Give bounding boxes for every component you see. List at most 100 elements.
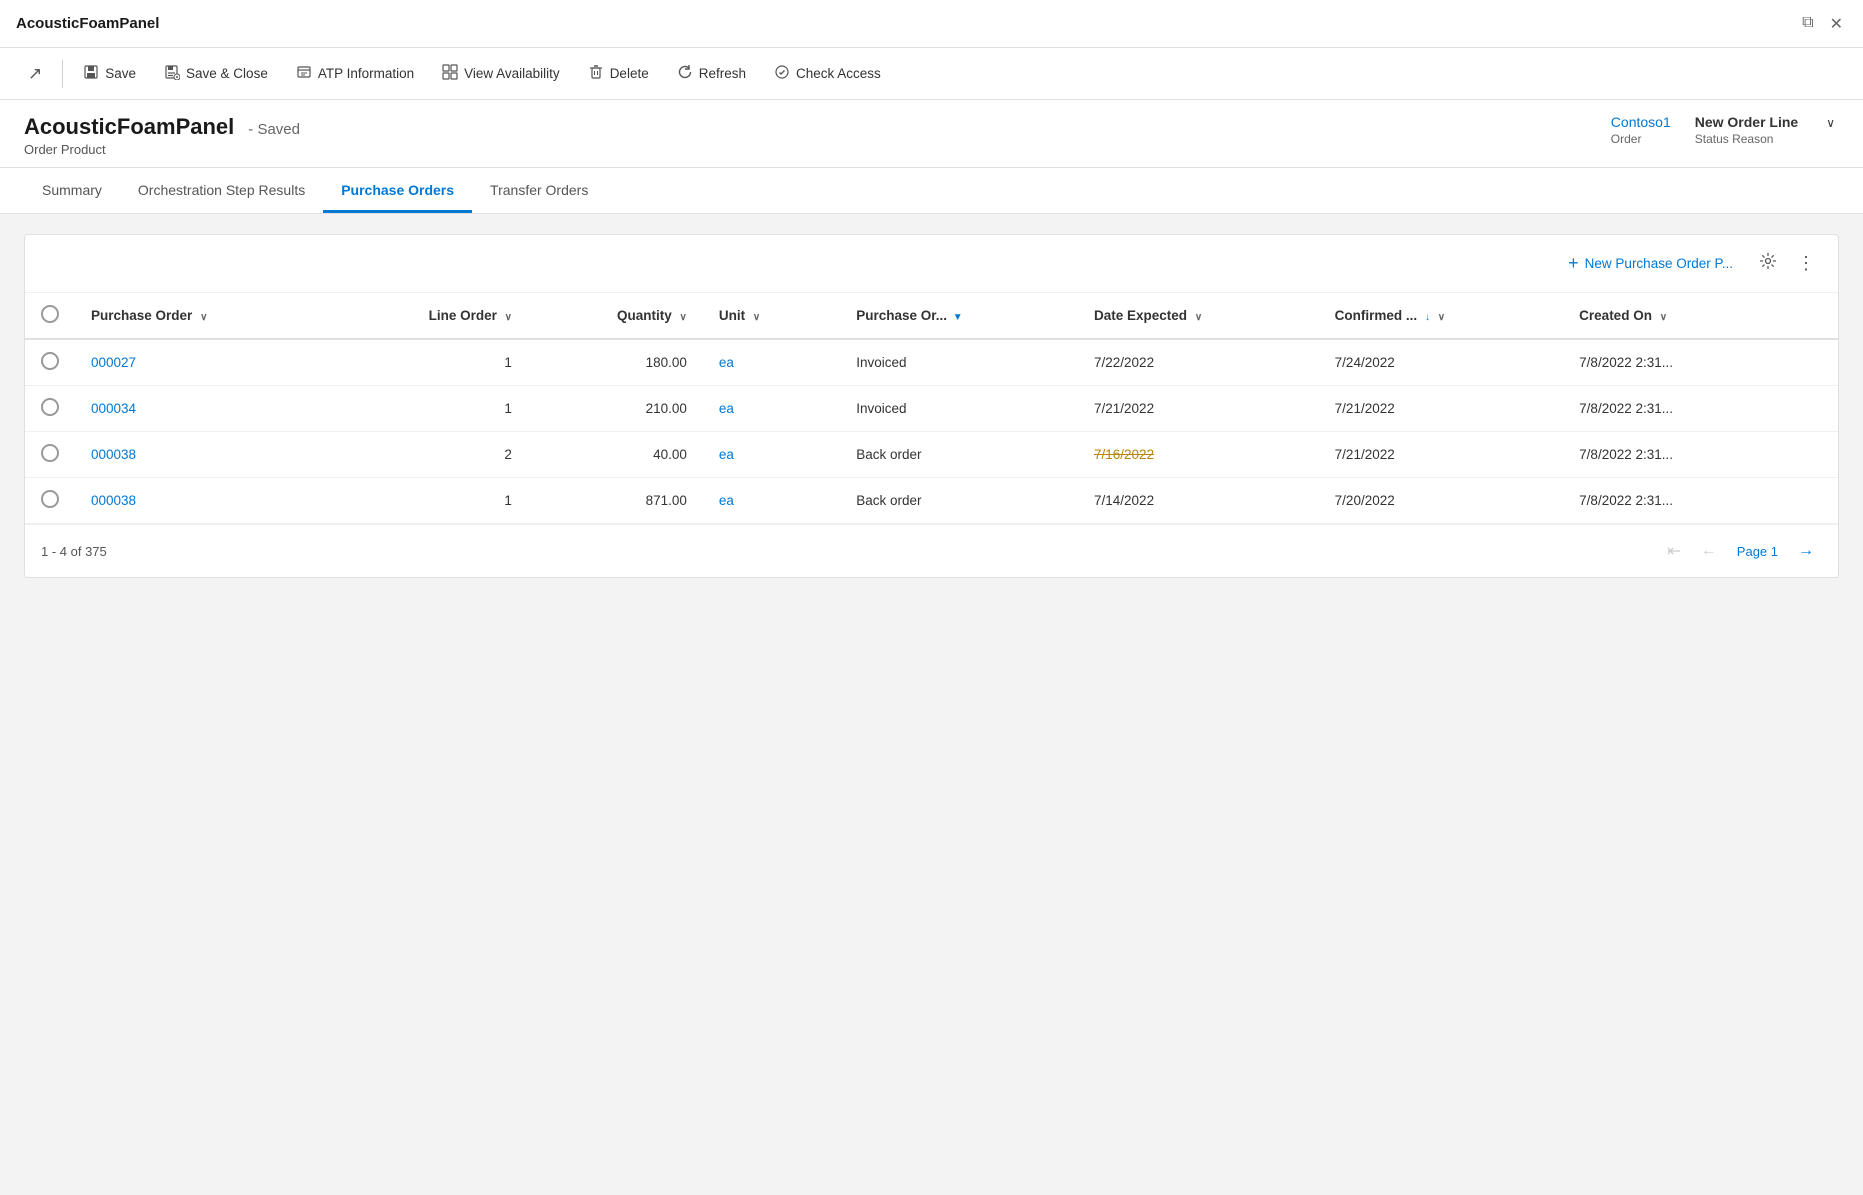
title-bar-controls: ⧉ ✕ <box>1798 10 1847 38</box>
col-purchase-order[interactable]: Purchase Order ∨ <box>75 293 330 339</box>
atp-info-button[interactable]: ATP Information <box>284 58 426 90</box>
row-line-1: 1 <box>330 386 528 432</box>
row-qty-3: 871.00 <box>528 478 703 524</box>
row-qty-2: 40.00 <box>528 432 703 478</box>
row-checkbox-0[interactable] <box>41 352 59 370</box>
date-sort-icon: ∨ <box>1195 312 1202 323</box>
status-reason-label: Status Reason <box>1695 132 1798 146</box>
row-po-2: 000038 <box>75 432 330 478</box>
row-confirmed-3: 7/20/2022 <box>1319 478 1564 524</box>
order-value[interactable]: Contoso1 <box>1611 114 1671 130</box>
row-created-0: 7/8/2022 2:31... <box>1563 339 1838 386</box>
table-settings-icon[interactable] <box>1753 248 1783 279</box>
row-confirmed-0: 7/24/2022 <box>1319 339 1564 386</box>
select-all-header <box>25 293 75 339</box>
confirmed-sort-icon: ↓ <box>1425 312 1430 323</box>
tab-orchestration[interactable]: Orchestration Step Results <box>120 168 323 213</box>
view-availability-button[interactable]: View Availability <box>430 58 572 90</box>
unit-link-3[interactable]: ea <box>719 493 734 508</box>
refresh-label: Refresh <box>699 66 746 81</box>
pagination-controls: ⇤ ← Page 1 → <box>1659 537 1822 565</box>
row-checkbox-2[interactable] <box>41 444 59 462</box>
col-line-order[interactable]: Line Order ∨ <box>330 293 528 339</box>
col-po-status[interactable]: Purchase Or... ▼ <box>840 293 1078 339</box>
row-qty-1: 210.00 <box>528 386 703 432</box>
row-line-3: 1 <box>330 478 528 524</box>
status-reason-field: New Order Line Status Reason <box>1695 114 1798 146</box>
po-link-0[interactable]: 000027 <box>91 355 136 370</box>
purchase-orders-card: + New Purchase Order P... ⋮ Purchase Ord… <box>24 234 1839 578</box>
unit-sort-icon: ∨ <box>753 312 760 323</box>
row-status-1: Invoiced <box>840 386 1078 432</box>
check-access-label: Check Access <box>796 66 881 81</box>
unit-link-0[interactable]: ea <box>719 355 734 370</box>
save-close-button[interactable]: Save & Close <box>152 58 280 90</box>
po-link-2[interactable]: 000038 <box>91 447 136 462</box>
next-page-button[interactable]: → <box>1790 538 1822 564</box>
col-date-expected[interactable]: Date Expected ∨ <box>1078 293 1319 339</box>
view-availability-label: View Availability <box>464 66 560 81</box>
row-checkbox-1[interactable] <box>41 398 59 416</box>
tab-summary[interactable]: Summary <box>24 168 120 213</box>
row-po-0: 000027 <box>75 339 330 386</box>
confirmed-sort-icon2: ∨ <box>1438 312 1445 323</box>
table-toolbar: + New Purchase Order P... ⋮ <box>25 235 1838 293</box>
close-icon[interactable]: ✕ <box>1826 10 1847 38</box>
po-link-3[interactable]: 000038 <box>91 493 136 508</box>
row-line-2: 2 <box>330 432 528 478</box>
select-all-checkbox[interactable] <box>41 305 59 323</box>
check-access-icon <box>774 64 790 84</box>
table-more-icon[interactable]: ⋮ <box>1791 249 1822 278</box>
col-confirmed[interactable]: Confirmed ... ↓ ∨ <box>1319 293 1564 339</box>
tabs: Summary Orchestration Step Results Purch… <box>0 168 1863 214</box>
purchase-orders-table: Purchase Order ∨ Line Order ∨ Quantity ∨… <box>25 293 1838 524</box>
row-checkbox-cell-2 <box>25 432 75 478</box>
save-button[interactable]: Save <box>71 58 148 90</box>
restore-icon[interactable]: ⧉ <box>1798 10 1817 38</box>
row-checkbox-cell-0 <box>25 339 75 386</box>
col-created-on[interactable]: Created On ∨ <box>1563 293 1838 339</box>
row-date-1: 7/21/2022 <box>1078 386 1319 432</box>
row-po-3: 000038 <box>75 478 330 524</box>
new-po-plus-icon: + <box>1568 253 1579 274</box>
new-purchase-order-button[interactable]: + New Purchase Order P... <box>1556 247 1745 280</box>
table-header-row: Purchase Order ∨ Line Order ∨ Quantity ∨… <box>25 293 1838 339</box>
form-saved-status: - Saved <box>248 121 300 138</box>
refresh-button[interactable]: Refresh <box>665 58 758 90</box>
status-filter-icon[interactable]: ▼ <box>953 312 963 323</box>
order-field: Contoso1 Order <box>1611 114 1671 146</box>
new-po-label: New Purchase Order P... <box>1585 256 1733 271</box>
open-external-button[interactable]: ↗ <box>16 58 54 90</box>
row-unit-0: ea <box>703 339 840 386</box>
unit-link-2[interactable]: ea <box>719 447 734 462</box>
row-date-0: 7/22/2022 <box>1078 339 1319 386</box>
first-page-button[interactable]: ⇤ <box>1659 537 1688 565</box>
row-status-2: Back order <box>840 432 1078 478</box>
row-checkbox-cell-3 <box>25 478 75 524</box>
save-icon <box>83 64 99 84</box>
form-title-section: AcousticFoamPanel - Saved Order Product <box>24 114 300 157</box>
app-title: AcousticFoamPanel <box>16 15 159 32</box>
open-external-icon: ↗ <box>28 64 42 84</box>
qty-sort-icon: ∨ <box>680 312 687 323</box>
check-access-button[interactable]: Check Access <box>762 58 893 90</box>
current-page-label: Page 1 <box>1729 540 1786 563</box>
form-title: AcousticFoamPanel <box>24 114 234 140</box>
prev-page-button[interactable]: ← <box>1693 538 1725 564</box>
row-checkbox-3[interactable] <box>41 490 59 508</box>
header-dropdown-arrow[interactable]: ∨ <box>1822 114 1839 132</box>
pagination: 1 - 4 of 375 ⇤ ← Page 1 → <box>25 524 1838 577</box>
row-status-3: Back order <box>840 478 1078 524</box>
unit-link-1[interactable]: ea <box>719 401 734 416</box>
delete-button[interactable]: Delete <box>576 58 661 90</box>
col-quantity[interactable]: Quantity ∨ <box>528 293 703 339</box>
po-link-1[interactable]: 000034 <box>91 401 136 416</box>
toolbar-divider-1 <box>62 60 63 88</box>
tab-purchase-orders[interactable]: Purchase Orders <box>323 168 472 213</box>
tab-transfer-orders[interactable]: Transfer Orders <box>472 168 606 213</box>
save-label: Save <box>105 66 136 81</box>
row-po-1: 000034 <box>75 386 330 432</box>
col-unit[interactable]: Unit ∨ <box>703 293 840 339</box>
form-header-right: Contoso1 Order New Order Line Status Rea… <box>1611 114 1839 146</box>
row-checkbox-cell-1 <box>25 386 75 432</box>
